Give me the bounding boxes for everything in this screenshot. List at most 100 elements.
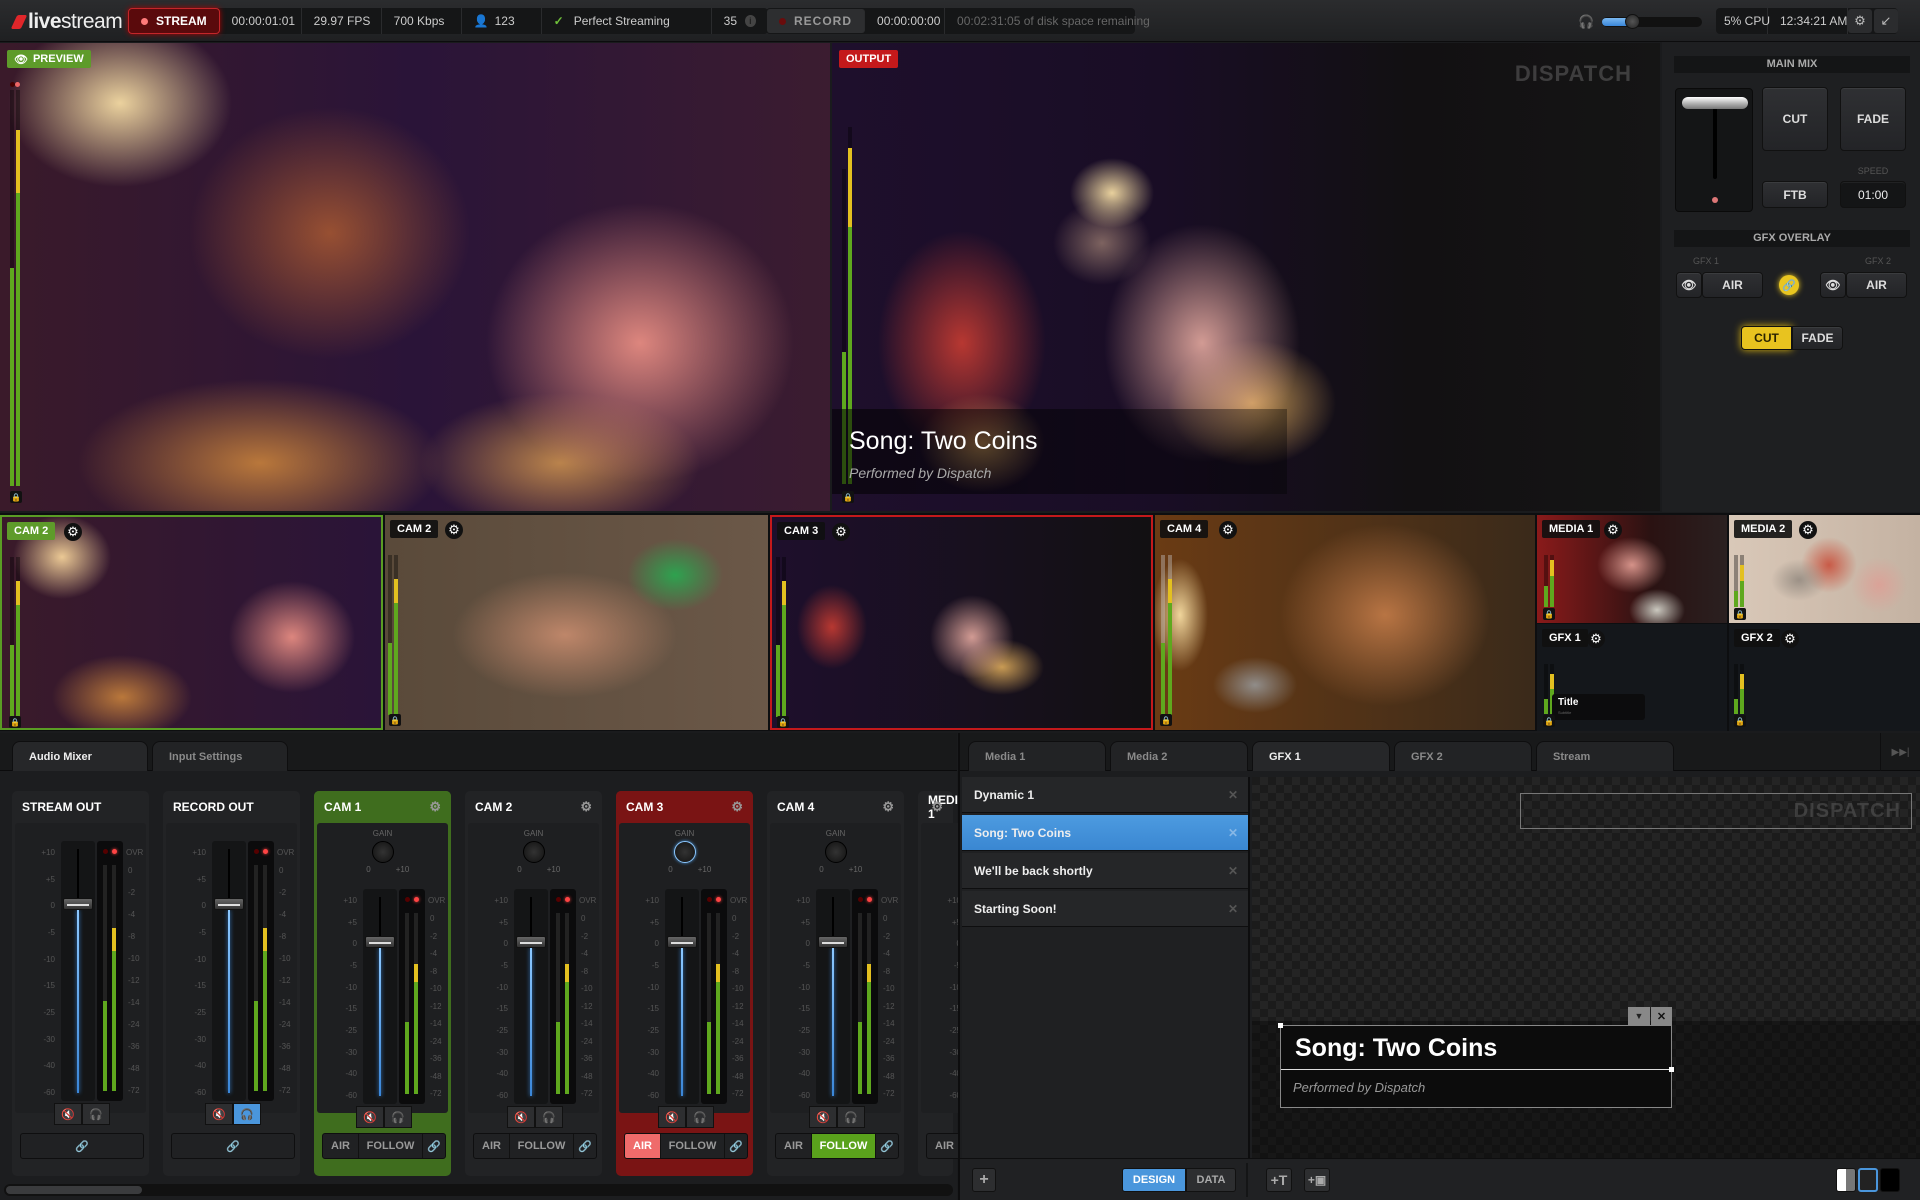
t-bar-handle[interactable] [1682,97,1748,109]
tab-gfx-2[interactable]: GFX 2 [1394,741,1532,771]
add-text-button[interactable]: +T [1266,1168,1292,1192]
lower-third-element[interactable]: Song: Two Coins Performed by Dispatch [1278,1023,1674,1108]
air-button[interactable]: AIR [474,1134,510,1158]
editor-subtitle-text[interactable]: Performed by Dispatch [1293,1080,1425,1095]
lock-icon[interactable]: 🔒 [842,491,854,503]
gfx1-preview-toggle[interactable]: 👁 [1676,272,1702,298]
link-button[interactable]: 🔗 [21,1134,143,1158]
tab-media-1[interactable]: Media 1 [968,741,1106,771]
mixer-scrollbar[interactable] [4,1184,953,1196]
lock-icon[interactable]: 🔒 [777,716,789,728]
gear-icon[interactable]: ⚙ [1219,521,1237,539]
gfx2-preview-toggle[interactable]: 👁 [1820,272,1846,298]
title-text-box[interactable]: Song: Two Coins [1281,1026,1671,1070]
fader-handle[interactable] [818,936,848,948]
source-tile[interactable]: CAM 3 ⚙ 🔒 [770,515,1153,730]
fader-handle[interactable] [667,936,697,948]
resize-handle[interactable] [1278,1023,1283,1028]
gain-knob[interactable] [372,841,394,863]
link-button[interactable]: 🔗 [574,1134,596,1158]
tab-audio-mixer[interactable]: Audio Mixer [12,741,148,771]
tab-media-2[interactable]: Media 2 [1110,741,1248,771]
follow-button[interactable]: FOLLOW [359,1134,423,1158]
volume-fader[interactable] [61,841,95,1101]
cut-button[interactable]: CUT [1762,87,1828,151]
gear-icon[interactable]: ⚙ [429,799,441,815]
headphones-button[interactable]: 🎧 [535,1106,563,1128]
close-icon[interactable]: ✕ [1228,826,1238,840]
volume-knob[interactable] [1625,14,1641,29]
watermark-layer[interactable]: DISPATCH [1520,793,1912,829]
fader-handle[interactable] [365,936,395,948]
close-icon[interactable]: ✕ [1228,864,1238,878]
gear-icon[interactable]: ⚙ [64,523,82,541]
follow-button[interactable]: FOLLOW [812,1134,876,1158]
gfx-list-item[interactable]: Song: Two Coins ✕ [962,815,1248,851]
mute-button[interactable]: 🔇 [809,1106,837,1128]
gear-icon[interactable]: ⚙ [580,799,592,815]
mute-button[interactable]: 🔇 [356,1106,384,1128]
link-button[interactable]: 🔗 [423,1134,445,1158]
gfx-design-canvas[interactable]: DISPATCH ▼ ✕ Song: Two Coins Performed b… [1252,777,1920,1161]
layer-options-button[interactable]: ▼ [1628,1007,1650,1025]
fade-button[interactable]: FADE [1840,87,1906,151]
exit-fullscreen-button[interactable]: ↙ [1874,9,1898,33]
gain-knob[interactable] [674,841,696,863]
gear-icon[interactable]: ⚙ [731,799,743,815]
source-tile[interactable]: CAM 2 ⚙ 🔒 [0,515,383,730]
scrollbar-thumb[interactable] [6,1186,142,1194]
air-button[interactable]: AIR [776,1134,812,1158]
t-bar[interactable] [1675,88,1753,212]
source-tile[interactable]: MEDIA 2 ⚙ 🔒 [1729,515,1920,623]
gfx-link-toggle[interactable]: 🔗 [1779,275,1799,295]
lock-icon[interactable]: 🔒 [1734,608,1746,620]
lock-icon[interactable]: 🔒 [9,716,21,728]
mute-button[interactable]: 🔇 [205,1103,233,1125]
air-button[interactable]: AIR [323,1134,359,1158]
design-mode-button[interactable]: DESIGN [1122,1168,1186,1192]
headphones-button[interactable]: 🎧 [686,1106,714,1128]
bg-black-button[interactable] [1880,1168,1900,1192]
link-button[interactable]: 🔗 [725,1134,747,1158]
data-mode-button[interactable]: DATA [1186,1168,1236,1192]
lock-icon[interactable]: 🔒 [1543,715,1555,727]
follow-button[interactable]: FOLLOW [510,1134,574,1158]
volume-fader[interactable] [212,841,246,1101]
source-tile[interactable]: GFX 1 ⚙ Title Subtitle 🔒 [1537,624,1727,731]
gear-icon[interactable]: ⚙ [931,799,943,815]
follow-button[interactable]: FOLLOW [661,1134,725,1158]
bg-dark-button[interactable] [1858,1168,1878,1192]
source-tile[interactable]: MEDIA 1 ⚙ 🔒 [1537,515,1727,623]
mute-button[interactable]: 🔇 [54,1103,82,1125]
volume-fader[interactable] [665,889,699,1104]
ftb-button[interactable]: FTB [1762,181,1828,208]
tab-input-settings[interactable]: Input Settings [152,741,288,771]
fader-handle[interactable] [516,936,546,948]
source-tile[interactable]: CAM 2 ⚙ 🔒 [385,515,768,730]
mute-button[interactable]: 🔇 [658,1106,686,1128]
record-button[interactable]: RECORD [767,9,866,33]
volume-fader[interactable] [514,889,548,1104]
stream-button[interactable]: STREAM [128,8,220,34]
lock-icon[interactable]: 🔒 [10,491,22,503]
speed-input[interactable]: 01:00 [1840,181,1906,208]
tab-gfx-1[interactable]: GFX 1 [1252,741,1390,771]
source-tile[interactable]: CAM 4 ⚙ 🔒 [1155,515,1535,730]
gear-icon[interactable]: ⚙ [1587,630,1605,648]
lock-icon[interactable]: 🔒 [1734,715,1746,727]
gfx-list-item[interactable]: Starting Soon! ✕ [962,891,1248,927]
info-icon[interactable]: i [745,15,756,27]
gear-icon[interactable]: ⚙ [1799,521,1817,539]
gain-knob[interactable] [825,841,847,863]
source-tile[interactable]: GFX 2 ⚙ 🔒 [1729,624,1920,731]
add-image-button[interactable]: +▣ [1304,1168,1330,1192]
volume-fader[interactable] [363,889,397,1104]
tab-stream[interactable]: Stream [1536,741,1674,771]
lock-icon[interactable]: 🔒 [389,714,401,726]
volume-fader[interactable] [816,889,850,1104]
add-gfx-button[interactable]: + [972,1168,996,1192]
bg-checker-button[interactable] [1836,1168,1856,1192]
gear-icon[interactable]: ⚙ [1781,630,1799,648]
air-button[interactable]: AIR [625,1134,661,1158]
link-button[interactable]: 🔗 [876,1134,898,1158]
